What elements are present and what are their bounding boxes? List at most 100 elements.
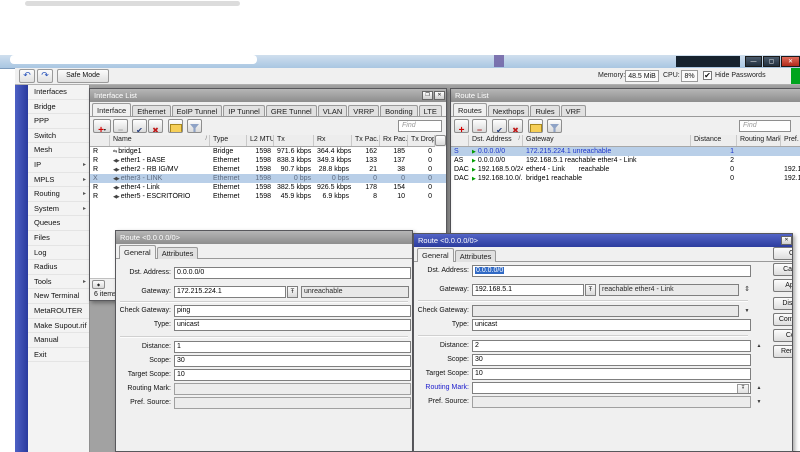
col-routing-mark[interactable]: Routing Mark: [737, 135, 781, 146]
routing-mark-input[interactable]: [174, 383, 411, 395]
check-gateway-down-icon[interactable]: ▼: [743, 305, 751, 317]
tab-routes[interactable]: Routes: [453, 103, 487, 117]
filter-button[interactable]: [547, 119, 562, 133]
col-flag[interactable]: [451, 135, 469, 146]
dialog-button-disable[interactable]: Disable: [773, 297, 793, 310]
restore-button[interactable]: ❐: [422, 91, 433, 100]
tab-ip-tunnel[interactable]: IP Tunnel: [223, 105, 265, 117]
col-tx-pac[interactable]: Tx Pac...: [352, 135, 380, 146]
gateway-dropdown-button[interactable]: Ŧ: [287, 286, 298, 298]
route-dialog-right-titlebar[interactable]: Route <0.0.0.0/0> ✕: [414, 234, 792, 247]
sidebar-item-new-terminal[interactable]: New Terminal: [28, 289, 89, 304]
tab-bonding[interactable]: Bonding: [380, 105, 418, 117]
tab-general[interactable]: General: [119, 245, 156, 259]
pref-source-down-icon[interactable]: ▼: [755, 396, 763, 408]
col-type[interactable]: Type: [210, 135, 247, 146]
dialog-button-remove[interactable]: Remove: [773, 345, 793, 358]
dialog-button-ok[interactable]: OK: [773, 247, 793, 260]
col-tx-drops[interactable]: Tx Drops: [408, 135, 435, 146]
sidebar-item-mpls[interactable]: MPLS▸: [28, 173, 89, 188]
paging-button[interactable]: ◆: [92, 280, 105, 289]
route-row[interactable]: DAC▶192.168.10.0/...bridge1 reachable019…: [451, 174, 800, 183]
route-row[interactable]: AS▶0.0.0.0/0192.168.5.1 reachable ether4…: [451, 156, 800, 165]
find-input[interactable]: Find: [398, 120, 442, 132]
check-gateway-input[interactable]: [472, 305, 739, 317]
tab-eoip-tunnel[interactable]: EoIP Tunnel: [172, 105, 223, 117]
hide-passwords-checkbox[interactable]: ✔: [703, 71, 712, 80]
col-gateway[interactable]: Gateway: [523, 135, 691, 146]
route-row[interactable]: S▶0.0.0.0/0172.215.224.1 unreachable1: [451, 147, 800, 156]
dst-address-input[interactable]: 0.0.0.0/0: [472, 265, 751, 277]
minimize-button[interactable]: —: [745, 56, 762, 67]
check-gateway-input[interactable]: ping: [174, 305, 411, 317]
scope-input[interactable]: 30: [174, 355, 411, 367]
tab-gre-tunnel[interactable]: GRE Tunnel: [266, 105, 317, 117]
col-rx[interactable]: Rx: [314, 135, 352, 146]
tab-interface[interactable]: Interface: [92, 103, 131, 117]
find-input[interactable]: Find: [739, 120, 791, 132]
safe-mode-button[interactable]: Safe Mode: [57, 69, 109, 83]
tab-vrrp[interactable]: VRRP: [348, 105, 379, 117]
sidebar-item-metarouter[interactable]: MetaROUTER: [28, 304, 89, 319]
tab-vlan[interactable]: VLAN: [318, 105, 348, 117]
gateway-dropdown-button[interactable]: Ŧ: [585, 284, 596, 296]
sidebar-item-log[interactable]: Log: [28, 246, 89, 261]
routing-mark-input[interactable]: Ŧ: [472, 382, 751, 394]
route-dialog-left-titlebar[interactable]: Route <0.0.0.0/0>: [116, 231, 412, 244]
remove-button[interactable]: −: [113, 119, 128, 133]
close-button[interactable]: ✕: [781, 56, 800, 67]
interface-row[interactable]: R⇆bridge1Bridge1598971.6 kbps364.4 kbps1…: [90, 147, 446, 156]
sidebar-item-bridge[interactable]: Bridge: [28, 100, 89, 115]
col-tx[interactable]: Tx: [274, 135, 314, 146]
type-input[interactable]: unicast: [174, 319, 411, 331]
enable-button[interactable]: ✔: [132, 119, 147, 133]
dst-address-input[interactable]: 0.0.0.0/0: [174, 267, 411, 279]
add-button[interactable]: +▾: [93, 119, 111, 133]
interface-row[interactable]: R◀▶ether4 - LinkEthernet1598382.5 kbps92…: [90, 183, 446, 192]
tab-nexthops[interactable]: Nexthops: [488, 105, 530, 117]
sidebar-item-system[interactable]: System▸: [28, 202, 89, 217]
add-button[interactable]: +: [454, 119, 469, 133]
route-list-titlebar[interactable]: Route List: [451, 89, 800, 102]
distance-input[interactable]: 1: [174, 341, 411, 353]
sidebar-item-interfaces[interactable]: Interfaces: [28, 85, 89, 100]
target-scope-input[interactable]: 10: [174, 369, 411, 381]
dropdown-icon[interactable]: Ŧ: [737, 384, 749, 394]
sidebar-item-tools[interactable]: Tools▸: [28, 275, 89, 290]
sidebar-item-switch[interactable]: Switch: [28, 129, 89, 144]
sidebar-item-manual[interactable]: Manual: [28, 333, 89, 348]
undo-button[interactable]: ↶: [19, 69, 35, 83]
col-l2-mtu[interactable]: L2 MTU: [247, 135, 274, 146]
col-name[interactable]: Name/: [110, 135, 210, 146]
interface-row[interactable]: R◀▶ether5 - ESCRITÓRIOEthernet159845.9 k…: [90, 192, 446, 201]
col-dst-address[interactable]: Dst. Address/: [469, 135, 523, 146]
routing-mark-up-icon[interactable]: ▲: [755, 382, 763, 394]
tab-ethernet[interactable]: Ethernet: [132, 105, 170, 117]
col-distance[interactable]: Distance: [691, 135, 737, 146]
disable-button[interactable]: ✖: [508, 119, 523, 133]
dialog-button-copy[interactable]: Copy: [773, 329, 793, 342]
interface-list-titlebar[interactable]: Interface List ❐ ✕: [90, 89, 446, 102]
window-close-button[interactable]: ✕: [781, 236, 792, 245]
col-rx-pac[interactable]: Rx Pac...: [380, 135, 408, 146]
disable-button[interactable]: ✖: [148, 119, 163, 133]
pref-source-input[interactable]: [174, 397, 411, 409]
sidebar-item-radius[interactable]: Radius: [28, 260, 89, 275]
interface-row[interactable]: X◀▶ether3 - LINKEthernet15980 bps0 bps00…: [90, 174, 446, 183]
route-row[interactable]: DAC▶192.168.5.0/24ether4 - Link reachabl…: [451, 165, 800, 174]
tab-general[interactable]: General: [417, 248, 454, 262]
sidebar-item-mesh[interactable]: Mesh: [28, 143, 89, 158]
target-scope-input[interactable]: 10: [472, 368, 751, 380]
pref-source-input[interactable]: [472, 396, 751, 408]
gateway-updown-icon[interactable]: ⇕: [743, 284, 751, 296]
type-input[interactable]: unicast: [472, 319, 751, 331]
tab-attributes[interactable]: Attributes: [455, 250, 497, 262]
sidebar-item-routing[interactable]: Routing▸: [28, 187, 89, 202]
interface-row[interactable]: R◀▶ether2 - RB IG/MVEthernet159890.7 kbp…: [90, 165, 446, 174]
scope-input[interactable]: 30: [472, 354, 751, 366]
sidebar-item-files[interactable]: Files: [28, 231, 89, 246]
sidebar-item-ip[interactable]: IP▸: [28, 158, 89, 173]
sidebar-item-ppp[interactable]: PPP: [28, 114, 89, 129]
comment-button[interactable]: [168, 119, 183, 133]
remove-button[interactable]: −: [472, 119, 487, 133]
